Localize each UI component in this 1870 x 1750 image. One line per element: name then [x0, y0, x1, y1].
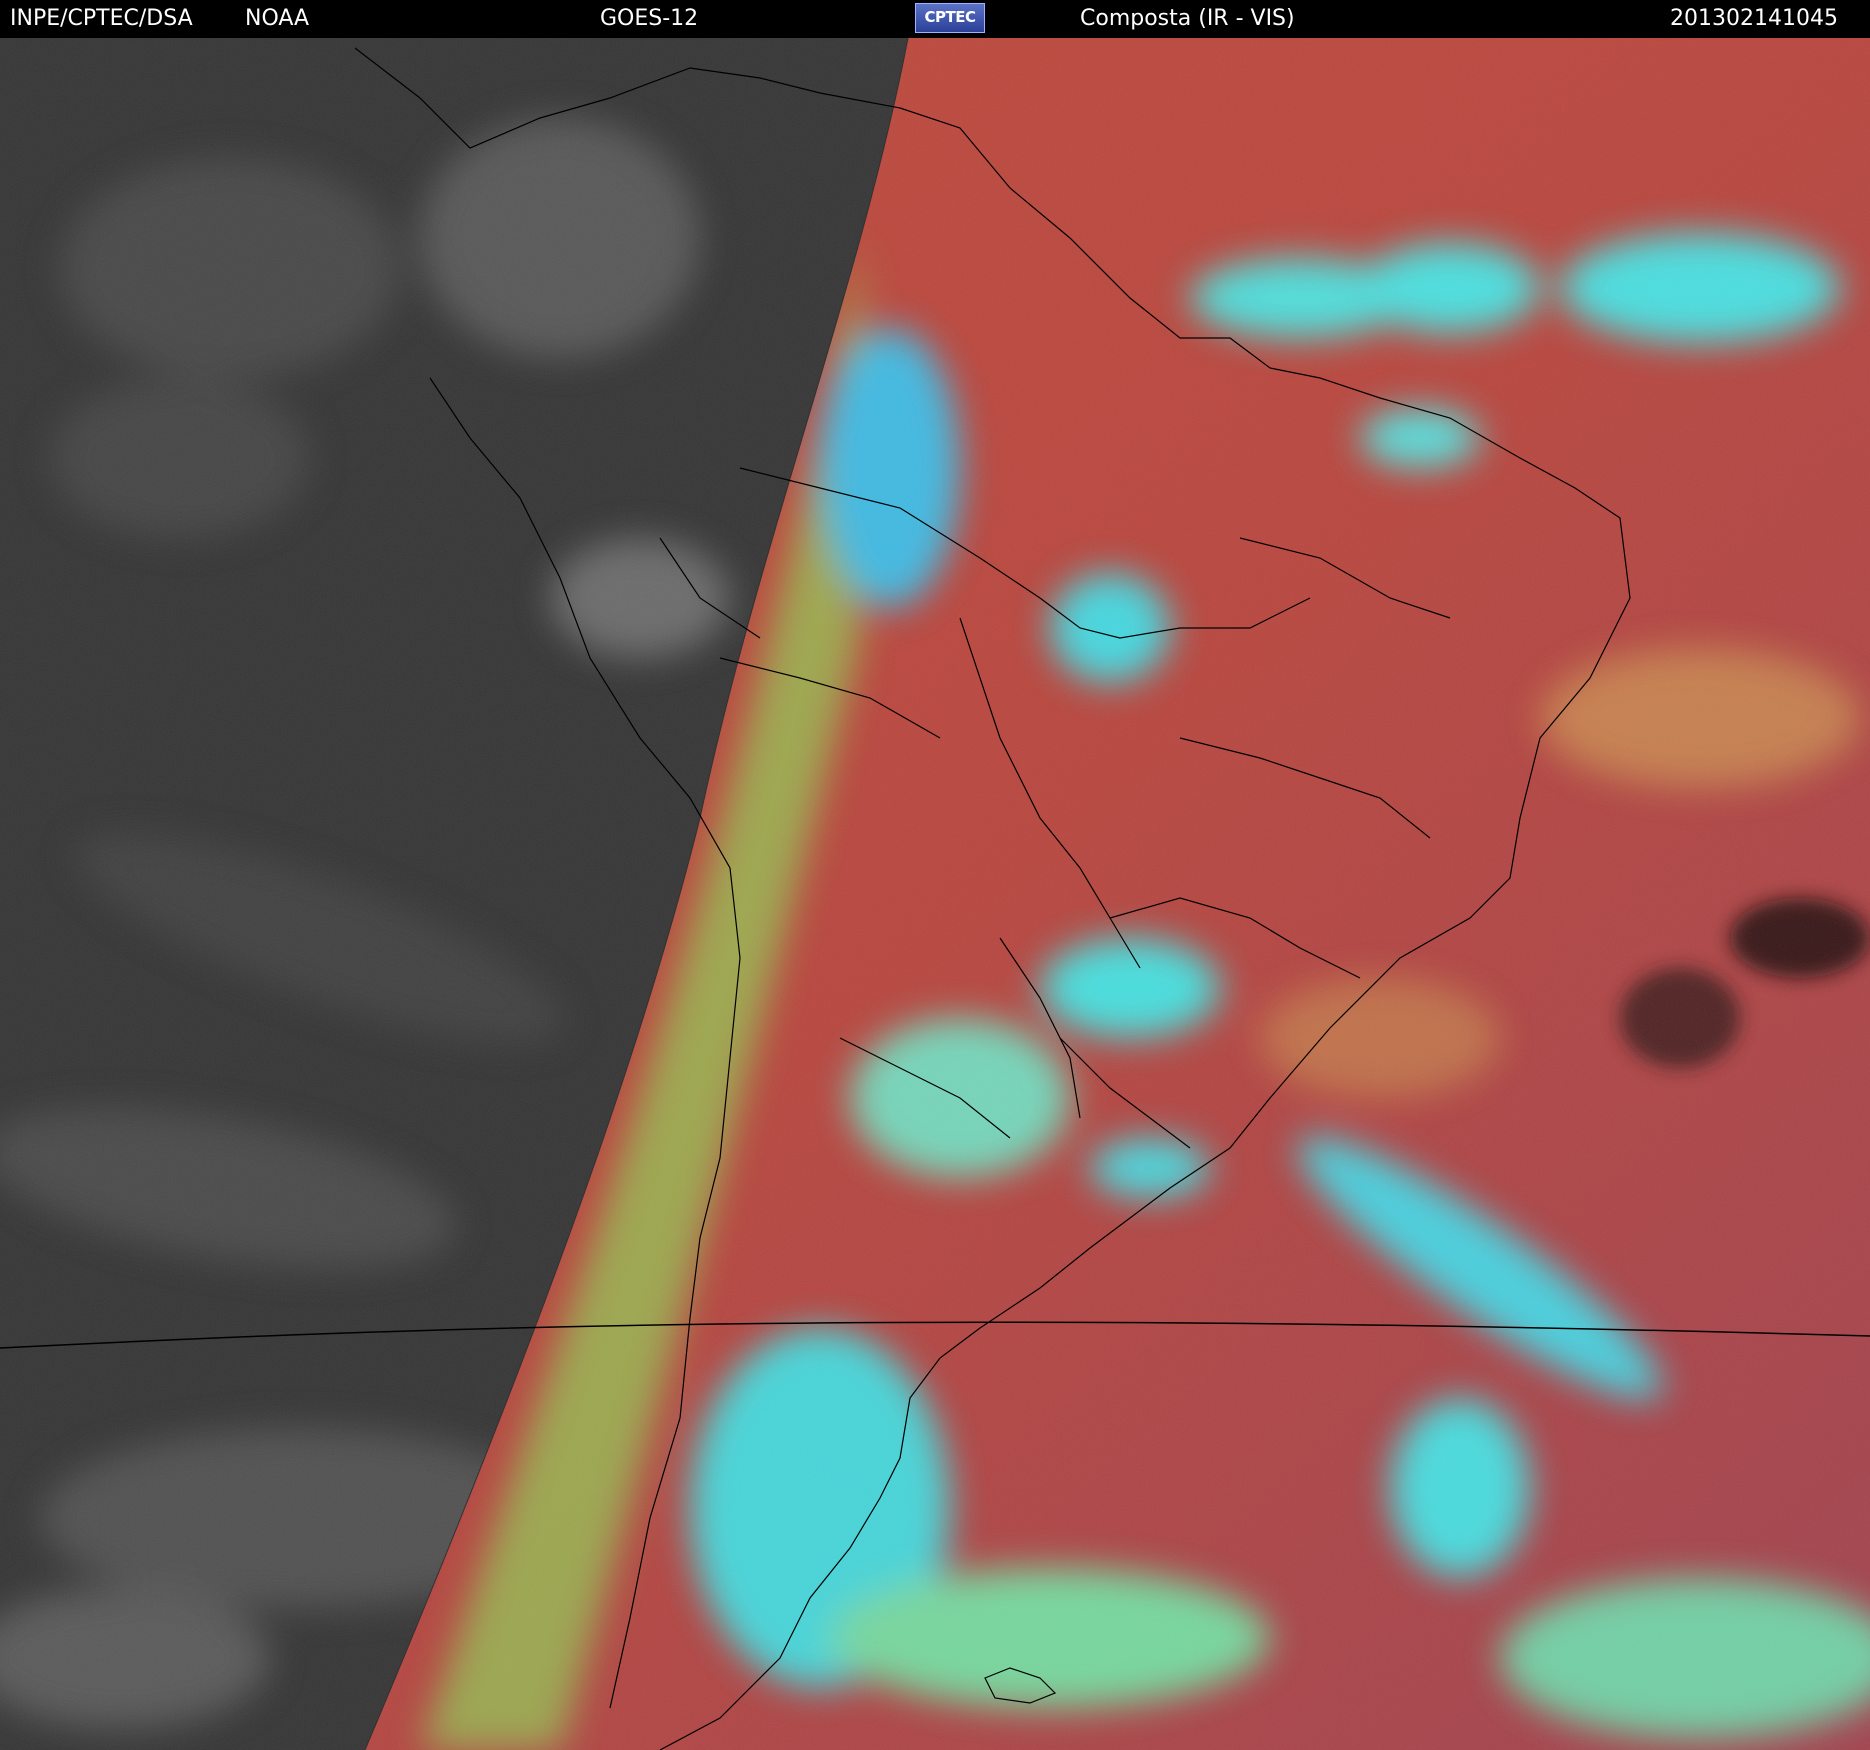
source-label: NOAA: [245, 6, 310, 31]
organization-label: INPE/CPTEC/DSA: [10, 6, 193, 31]
cptec-logo-icon: CPTEC: [915, 3, 985, 33]
product-label: Composta (IR - VIS): [1080, 6, 1295, 31]
timestamp-label: 201302141045: [1670, 6, 1838, 31]
satellite-composite-image: [0, 38, 1870, 1750]
satellite-image-canvas: [0, 38, 1870, 1750]
image-header-bar: INPE/CPTEC/DSA NOAA GOES-12 CPTEC Compos…: [0, 0, 1870, 38]
satellite-label: GOES-12: [600, 6, 699, 31]
